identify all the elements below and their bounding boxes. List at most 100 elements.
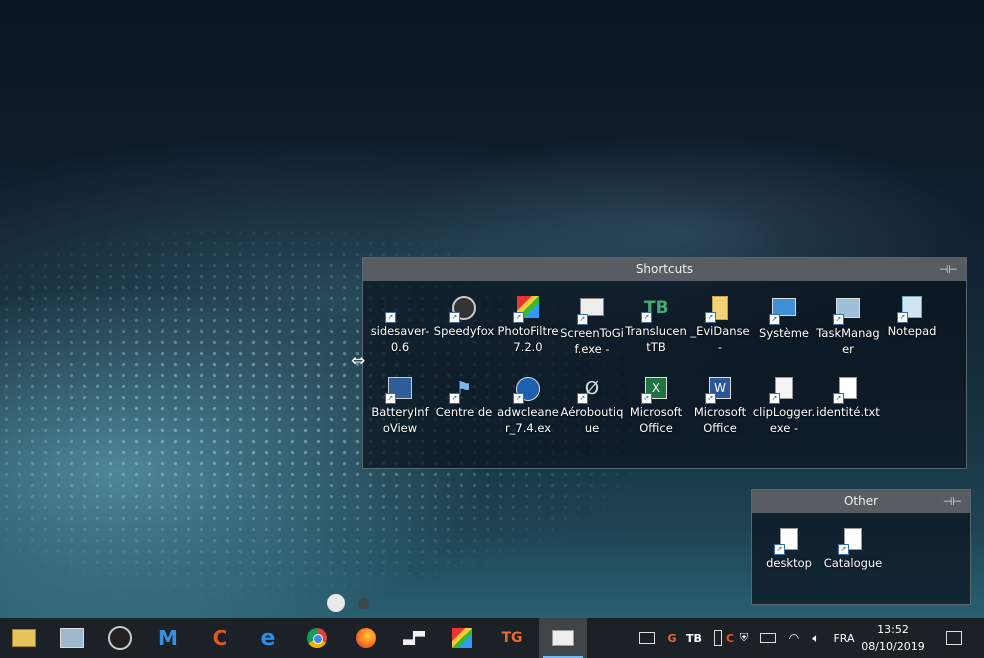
icon-label: adwcleaner_7.4.ex: [497, 405, 559, 435]
taskbar: M C e TG G TB C ⛨ ◠ 🔈︎ FRA 13:52 08/10/2…: [0, 618, 984, 658]
shortcut-adwcleaner[interactable]: ➚ adwcleaner_7.4.ex: [496, 377, 560, 436]
taskbar-tg-app[interactable]: TG: [488, 618, 536, 658]
shortcut-cliplogger[interactable]: ➚ clipLogger.exe -: [752, 377, 816, 436]
aeroboutique-icon: Ø ➚: [577, 377, 604, 404]
adwcleaner-icon: ➚: [513, 377, 540, 404]
icon-label: ScreenToGif.exe -: [560, 326, 624, 356]
edge-icon: e: [260, 625, 276, 651]
taskbar-sidesaver[interactable]: [48, 618, 96, 658]
word-icon: W ➚: [705, 377, 732, 404]
shortcut-photofiltre[interactable]: ➚ PhotoFiltre 7.2.0: [496, 296, 560, 355]
shortcut-identite[interactable]: ➚ identité.txt: [816, 377, 880, 420]
speedyfox-icon: [108, 626, 132, 650]
translucenttb-icon: TB ➚: [641, 296, 669, 323]
speedyfox-icon: ➚: [449, 296, 476, 323]
icon-label: Notepad: [887, 324, 937, 338]
shortcuts-fence[interactable]: Shortcuts ⊣⊢ ➚ sidesaver-0.6 ➚ Speedyfox…: [362, 257, 967, 469]
stairs-icon: [403, 631, 425, 645]
shortcut-microsoft-office-word[interactable]: W ➚ Microsoft Office: [688, 377, 752, 436]
shortcut-systeme[interactable]: ➚ Système: [752, 296, 816, 341]
other-fence-title: Other: [843, 494, 879, 508]
icon-label: clipLogger.exe -: [752, 405, 816, 435]
pin-icon[interactable]: ⊣⊢: [943, 490, 962, 513]
clipboard-icon: ➚: [769, 377, 796, 404]
taskbar-speedyfox[interactable]: [96, 618, 144, 658]
action-center-button[interactable]: [938, 618, 970, 658]
tray-volume-icon[interactable]: 🔈︎: [806, 618, 826, 658]
desktop-background: Shortcuts ⊣⊢ ➚ sidesaver-0.6 ➚ Speedyfox…: [0, 0, 984, 618]
shortcuts-grid: ➚ sidesaver-0.6 ➚ Speedyfox ➚ PhotoFiltr…: [363, 281, 966, 468]
taskbar-file-explorer[interactable]: [0, 618, 48, 658]
taskmanager-icon: ➚: [833, 298, 860, 325]
icon-label: Catalogue: [823, 556, 883, 570]
tray-clock[interactable]: 13:52 08/10/2019: [858, 621, 928, 655]
photofiltre-icon: ➚: [513, 296, 540, 323]
widget-dot-light[interactable]: [327, 594, 345, 612]
shortcuts-fence-title: Shortcuts: [635, 262, 694, 276]
shortcut-taskmanager[interactable]: ➚ TaskManager: [816, 296, 880, 357]
shortcut-notepad[interactable]: ➚ Notepad: [880, 296, 944, 339]
shortcut-batteryinfoview[interactable]: ➚ BatteryInfoView: [368, 377, 432, 436]
photofiltre-icon: [452, 628, 472, 648]
icon-label: TaskManager: [816, 326, 880, 356]
shortcut-sidesaver[interactable]: ➚ sidesaver-0.6: [368, 296, 432, 355]
excel-icon: X ➚: [641, 377, 668, 404]
shortcut-screentogif[interactable]: ➚ ScreenToGif.exe -: [560, 296, 624, 357]
taskbar-ccleaner[interactable]: C: [196, 618, 244, 658]
battery-icon: ➚: [385, 377, 412, 404]
pin-icon[interactable]: ⊣⊢: [939, 258, 958, 281]
chrome-icon: [307, 628, 327, 648]
icon-label: TranslucentTB: [625, 324, 687, 354]
icon-label: Speedyfox: [433, 324, 495, 338]
icon-label: desktop: [766, 556, 812, 570]
taskbar-screentogif[interactable]: [539, 618, 587, 658]
firefox-icon: [356, 628, 376, 648]
clock-date: 08/10/2019: [861, 640, 925, 653]
shortcut-centre[interactable]: ⚑ ➚ Centre de: [432, 377, 496, 420]
icon-label: Microsoft Office: [629, 405, 683, 435]
taskbar-chrome[interactable]: [293, 618, 341, 658]
screentogif-icon: ➚: [577, 298, 604, 325]
other-fence-titlebar[interactable]: Other ⊣⊢: [752, 490, 970, 513]
taskbar-edge[interactable]: e: [244, 618, 292, 658]
flag-icon: ⚑ ➚: [449, 377, 476, 404]
shortcuts-fence-titlebar[interactable]: Shortcuts ⊣⊢: [363, 258, 966, 281]
tg-icon: TG: [501, 630, 523, 646]
tray-language[interactable]: FRA: [830, 618, 858, 658]
taskbar-malwarebytes[interactable]: M: [144, 618, 192, 658]
tray-battery-icon[interactable]: [758, 618, 778, 658]
taskbar-photofiltre[interactable]: [438, 618, 486, 658]
tray-g-icon[interactable]: G: [662, 618, 682, 658]
file-icon: ➚: [838, 528, 865, 555]
shortcut-catalogue[interactable]: ➚ Catalogue: [821, 528, 885, 571]
tray-screen-icon[interactable]: [637, 618, 657, 658]
folder-icon: ➚: [705, 296, 732, 323]
system-icon: ➚: [769, 298, 796, 325]
icon-label: PhotoFiltre 7.2.0: [497, 324, 559, 354]
icon-label: _EviDanse -: [690, 324, 750, 354]
malwarebytes-icon: M: [158, 626, 178, 650]
tray-wifi-icon[interactable]: ◠: [784, 618, 804, 658]
widget-dot-dark[interactable]: [358, 598, 369, 609]
tray-defender-icon[interactable]: ⛨: [734, 618, 754, 658]
taskbar-firefox[interactable]: [342, 618, 390, 658]
resize-cursor-icon: ⇔: [351, 351, 366, 371]
shortcut-translucenttb[interactable]: TB ➚ TranslucentTB: [624, 296, 688, 355]
icon-label: Système: [759, 326, 809, 340]
tray-translucenttb-icon[interactable]: TB: [684, 618, 704, 658]
sidesaver-icon: ➚: [385, 296, 412, 323]
shortcut-microsoft-office-excel[interactable]: X ➚ Microsoft Office: [624, 377, 688, 436]
other-fence[interactable]: Other ⊣⊢ ➚ desktop ➚ Catalogue: [751, 489, 971, 605]
shortcut-aeroboutique[interactable]: Ø ➚ Aéroboutique: [560, 377, 624, 436]
file-explorer-icon: [12, 629, 36, 647]
shortcut-desktop[interactable]: ➚ desktop: [757, 528, 821, 571]
shortcut-evidanse[interactable]: ➚ _EviDanse -: [688, 296, 752, 355]
settings-file-icon: ➚: [774, 528, 801, 555]
ccleaner-icon: C: [212, 626, 228, 650]
taskbar-black-app[interactable]: [390, 618, 438, 658]
notepad-icon: ➚: [897, 296, 924, 323]
shortcut-speedyfox[interactable]: ➚ Speedyfox: [432, 296, 496, 339]
icon-label: Centre de: [435, 405, 493, 419]
language-label: FRA: [833, 631, 855, 645]
notification-icon: [946, 631, 962, 645]
